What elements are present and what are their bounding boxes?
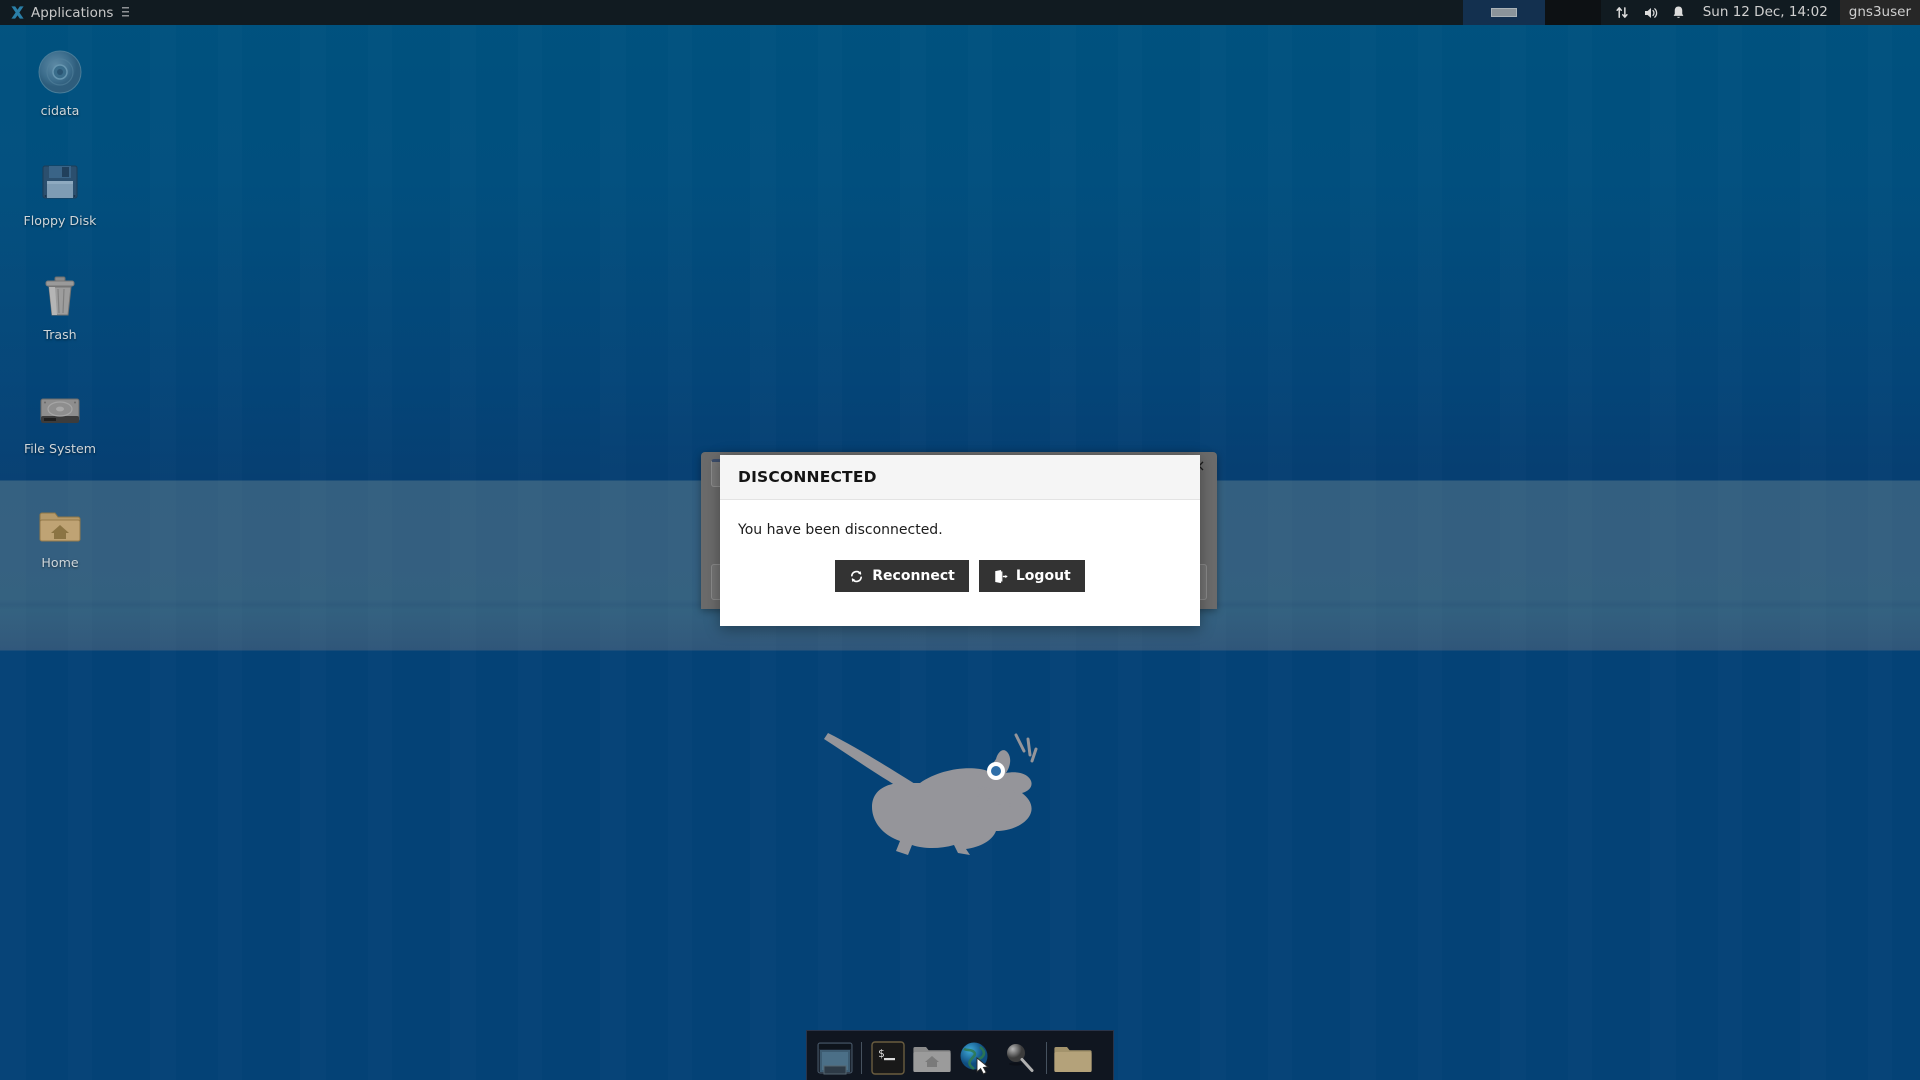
desktop-icon-label: Home bbox=[41, 555, 79, 570]
refresh-icon bbox=[849, 569, 864, 584]
desktop-icon-label: cidata bbox=[40, 103, 80, 118]
dialog-message: You have been disconnected. bbox=[738, 522, 943, 538]
svg-text:$: $ bbox=[878, 1047, 885, 1060]
desktop-icon-cidata[interactable]: cidata bbox=[4, 48, 116, 118]
desktop-icon-label: Floppy Disk bbox=[23, 213, 97, 228]
network-transfer-icon[interactable] bbox=[1609, 0, 1637, 25]
desktop-icon-label: File System bbox=[23, 441, 97, 456]
dialog-body: You have been disconnected. Reconnect Lo… bbox=[720, 500, 1200, 592]
bottom-dock: $ bbox=[806, 1030, 1114, 1080]
top-panel: Applications Sun 12 Dec, 14:02 gns3user bbox=[0, 0, 1920, 25]
home-folder-icon bbox=[36, 500, 84, 548]
clock[interactable]: Sun 12 Dec, 14:02 bbox=[1693, 0, 1840, 25]
dock-item-terminal[interactable]: $ bbox=[866, 1037, 910, 1079]
dock-item-application-finder[interactable] bbox=[998, 1037, 1042, 1079]
trash-can-icon bbox=[36, 272, 84, 320]
task-list bbox=[1463, 0, 1545, 25]
dock-separator-1 bbox=[861, 1041, 862, 1074]
logout-button-label: Logout bbox=[1015, 568, 1071, 584]
desktop-icon-file-system[interactable]: File System bbox=[4, 386, 116, 456]
desktop-icon-label: Trash bbox=[43, 327, 77, 342]
dock-item-file-manager[interactable] bbox=[910, 1037, 954, 1079]
dock-item-web-browser[interactable] bbox=[954, 1037, 998, 1079]
panel-left-section: Applications bbox=[0, 0, 144, 25]
desktop-icon-trash[interactable]: Trash bbox=[4, 272, 116, 342]
hard-drive-icon bbox=[36, 386, 84, 434]
dock-item-folder[interactable] bbox=[1051, 1037, 1095, 1079]
user-menu-button[interactable]: gns3user bbox=[1839, 0, 1920, 25]
exit-door-icon bbox=[993, 569, 1008, 584]
notifications-icon[interactable] bbox=[1665, 0, 1693, 25]
applications-menu-label: Applications bbox=[31, 4, 114, 21]
dialog-title: DISCONNECTED bbox=[738, 468, 877, 486]
disconnected-dialog: DISCONNECTED You have been disconnected.… bbox=[720, 455, 1200, 626]
xfce-mouse-watermark bbox=[820, 725, 1045, 855]
dialog-header: DISCONNECTED bbox=[720, 455, 1200, 500]
task-button-window[interactable] bbox=[1463, 0, 1545, 25]
dialog-actions: Reconnect Logout bbox=[738, 560, 1182, 592]
desktop-icon-floppy-disk[interactable]: Floppy Disk bbox=[4, 158, 116, 228]
floppy-disk-icon bbox=[36, 158, 84, 206]
reconnect-button[interactable]: Reconnect bbox=[835, 560, 969, 592]
dock-item-show-desktop[interactable] bbox=[813, 1037, 857, 1079]
window-minimized-icon bbox=[1491, 8, 1517, 17]
optical-disc-icon bbox=[36, 48, 84, 96]
desktop-icon-home[interactable]: Home bbox=[4, 500, 116, 570]
system-tray: Sun 12 Dec, 14:02 gns3user bbox=[1600, 0, 1920, 25]
applications-menu-button[interactable]: Applications bbox=[6, 0, 133, 25]
dock-separator-2 bbox=[1046, 1041, 1047, 1074]
logout-button[interactable]: Logout bbox=[978, 560, 1085, 592]
xfce-mouse-icon bbox=[10, 5, 25, 20]
volume-icon[interactable] bbox=[1637, 0, 1665, 25]
grip-handle-icon bbox=[122, 7, 130, 18]
reconnect-button-label: Reconnect bbox=[872, 568, 955, 584]
